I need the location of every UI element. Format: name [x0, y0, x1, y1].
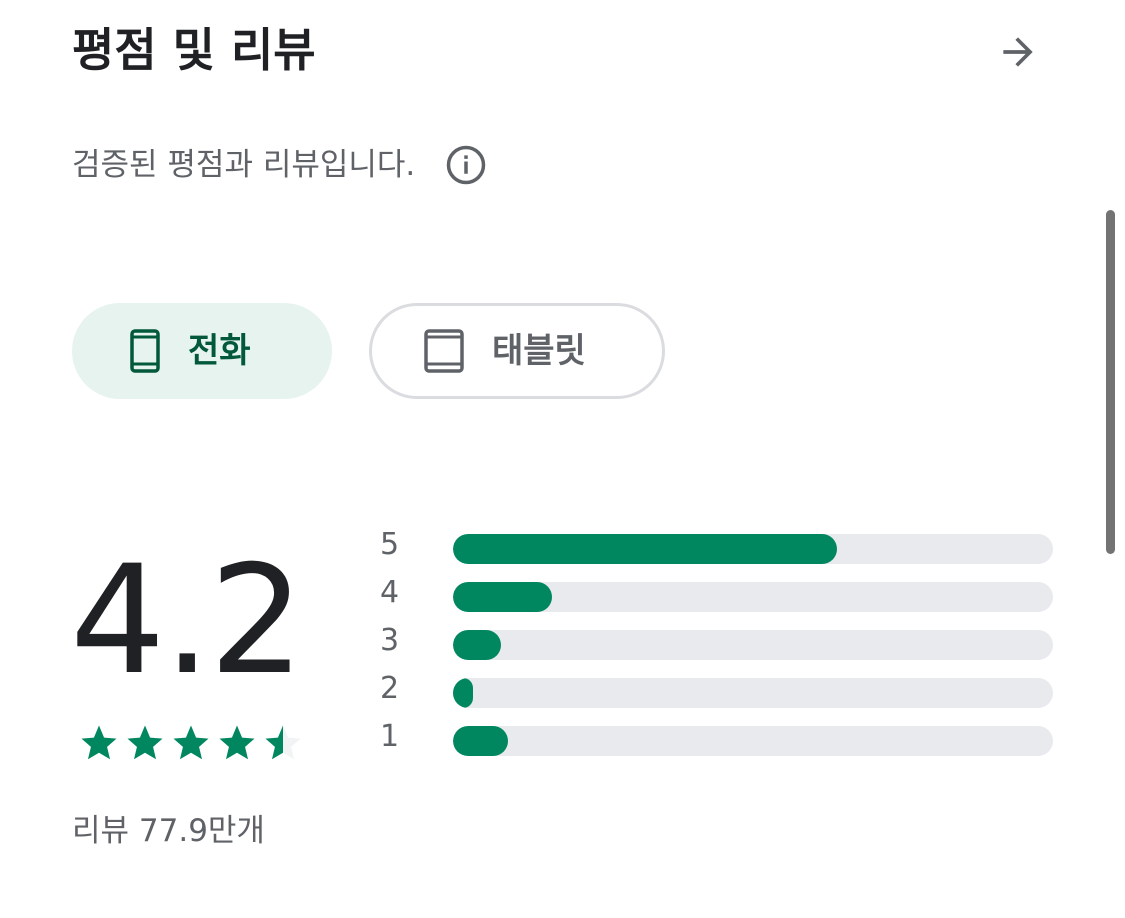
histogram-track [453, 534, 1053, 564]
histogram-track [453, 582, 1053, 612]
average-rating: 4.2 [70, 534, 305, 708]
tablet-icon [424, 329, 464, 373]
histogram-track [453, 678, 1053, 708]
histogram-row-5: 5 [380, 527, 1060, 564]
histogram-label: 5 [380, 527, 400, 562]
star-full-icon [173, 725, 209, 760]
see-all-button[interactable] [994, 28, 1042, 76]
histogram-bar [453, 582, 552, 612]
star-half-icon [265, 725, 301, 760]
histogram-label: 2 [380, 671, 400, 706]
subtitle-row: 검증된 평점과 리뷰입니다. [72, 142, 487, 188]
histogram-row-2: 2 [380, 671, 1060, 708]
histogram-track [453, 630, 1053, 660]
chip-phone-label: 전화 [188, 331, 251, 371]
star-full-icon [127, 725, 163, 760]
histogram-label: 1 [380, 719, 400, 754]
phone-icon [130, 329, 160, 373]
scrollbar[interactable] [1106, 210, 1115, 554]
histogram-bar [453, 630, 501, 660]
chip-tablet[interactable]: 태블릿 [369, 303, 665, 399]
star-rating [76, 722, 306, 764]
star-full-icon [81, 725, 117, 760]
histogram-row-3: 3 [380, 623, 1060, 660]
chip-tablet-label: 태블릿 [492, 331, 586, 371]
ratings-header: 평점 및 리뷰 [72, 18, 1052, 82]
info-icon [447, 145, 486, 185]
review-count: 리뷰 77.9만개 [72, 813, 265, 849]
info-button[interactable] [445, 144, 487, 186]
histogram-label: 3 [380, 623, 400, 658]
histogram-bar [453, 726, 509, 756]
histogram-bar [453, 534, 837, 564]
histogram-row-4: 4 [380, 575, 1060, 612]
verified-subtitle: 검증된 평점과 리뷰입니다. [72, 147, 416, 183]
arrow-right-icon [1003, 37, 1033, 67]
histogram-bar [453, 678, 473, 708]
histogram-row-1: 1 [380, 719, 1060, 756]
chip-phone[interactable]: 전화 [72, 303, 332, 399]
section-title: 평점 및 리뷰 [72, 23, 316, 77]
star-full-icon [219, 725, 255, 760]
histogram-label: 4 [380, 575, 400, 610]
histogram-track [453, 726, 1053, 756]
